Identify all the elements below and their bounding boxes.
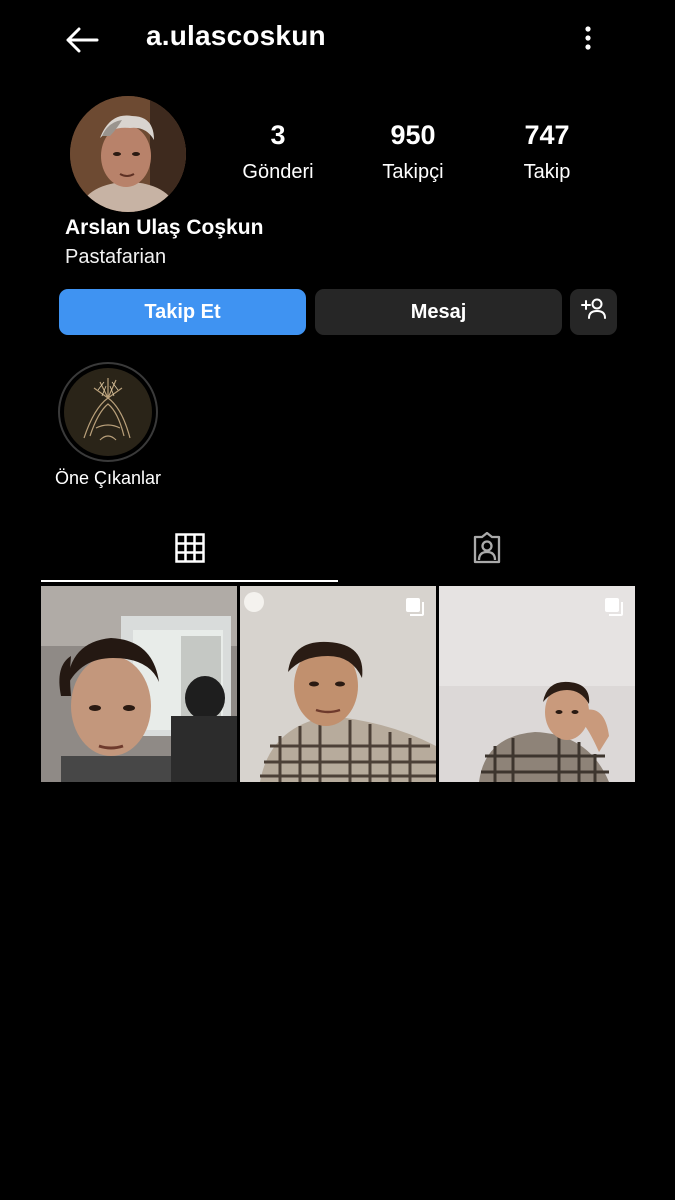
stat-posts-count: 3 (270, 120, 286, 150)
story-highlight[interactable] (58, 362, 158, 462)
stat-following[interactable]: 747 Takip (487, 120, 607, 184)
grid-icon (174, 532, 205, 568)
message-button[interactable]: Mesaj (315, 289, 562, 335)
profile-stats: 3 Gönderi 950 Takipçi 747 Takip (0, 120, 675, 200)
stat-followers-label: Takipçi (382, 161, 444, 183)
posts-grid (41, 586, 635, 782)
active-tab-indicator (41, 580, 338, 582)
profile-username: a.ulascoskun (146, 20, 326, 51)
profile-bio: Pastafarian (65, 246, 167, 268)
tab-tagged[interactable] (338, 520, 635, 580)
profile-tabs (41, 520, 635, 584)
stat-followers[interactable]: 950 Takipçi (353, 120, 473, 184)
stat-posts[interactable]: 3 Gönderi (218, 120, 338, 184)
stat-following-count: 747 (524, 120, 570, 150)
post-thumbnail[interactable] (439, 586, 635, 782)
top-bar: a.ulascoskun (0, 0, 675, 80)
highlight-label: Öne Çıkanlar (54, 468, 162, 488)
carousel-icon (603, 596, 625, 618)
stat-posts-label: Gönderi (242, 161, 314, 183)
highlight-cover (64, 368, 152, 456)
follow-button[interactable]: Takip Et (59, 289, 306, 335)
stat-followers-count: 950 (390, 120, 436, 150)
suggest-users-button[interactable] (570, 289, 617, 335)
stat-following-label: Takip (523, 161, 571, 183)
add-person-icon (580, 297, 608, 327)
carousel-icon (404, 596, 426, 618)
profile-full-name: Arslan Ulaş Coşkun (65, 216, 264, 239)
tagged-icon (471, 531, 503, 569)
post-thumbnail[interactable] (240, 586, 436, 782)
back-arrow-icon[interactable] (60, 20, 104, 60)
tab-posts-grid[interactable] (41, 520, 338, 580)
more-options-icon[interactable] (576, 20, 600, 56)
post-thumbnail[interactable] (41, 586, 237, 782)
